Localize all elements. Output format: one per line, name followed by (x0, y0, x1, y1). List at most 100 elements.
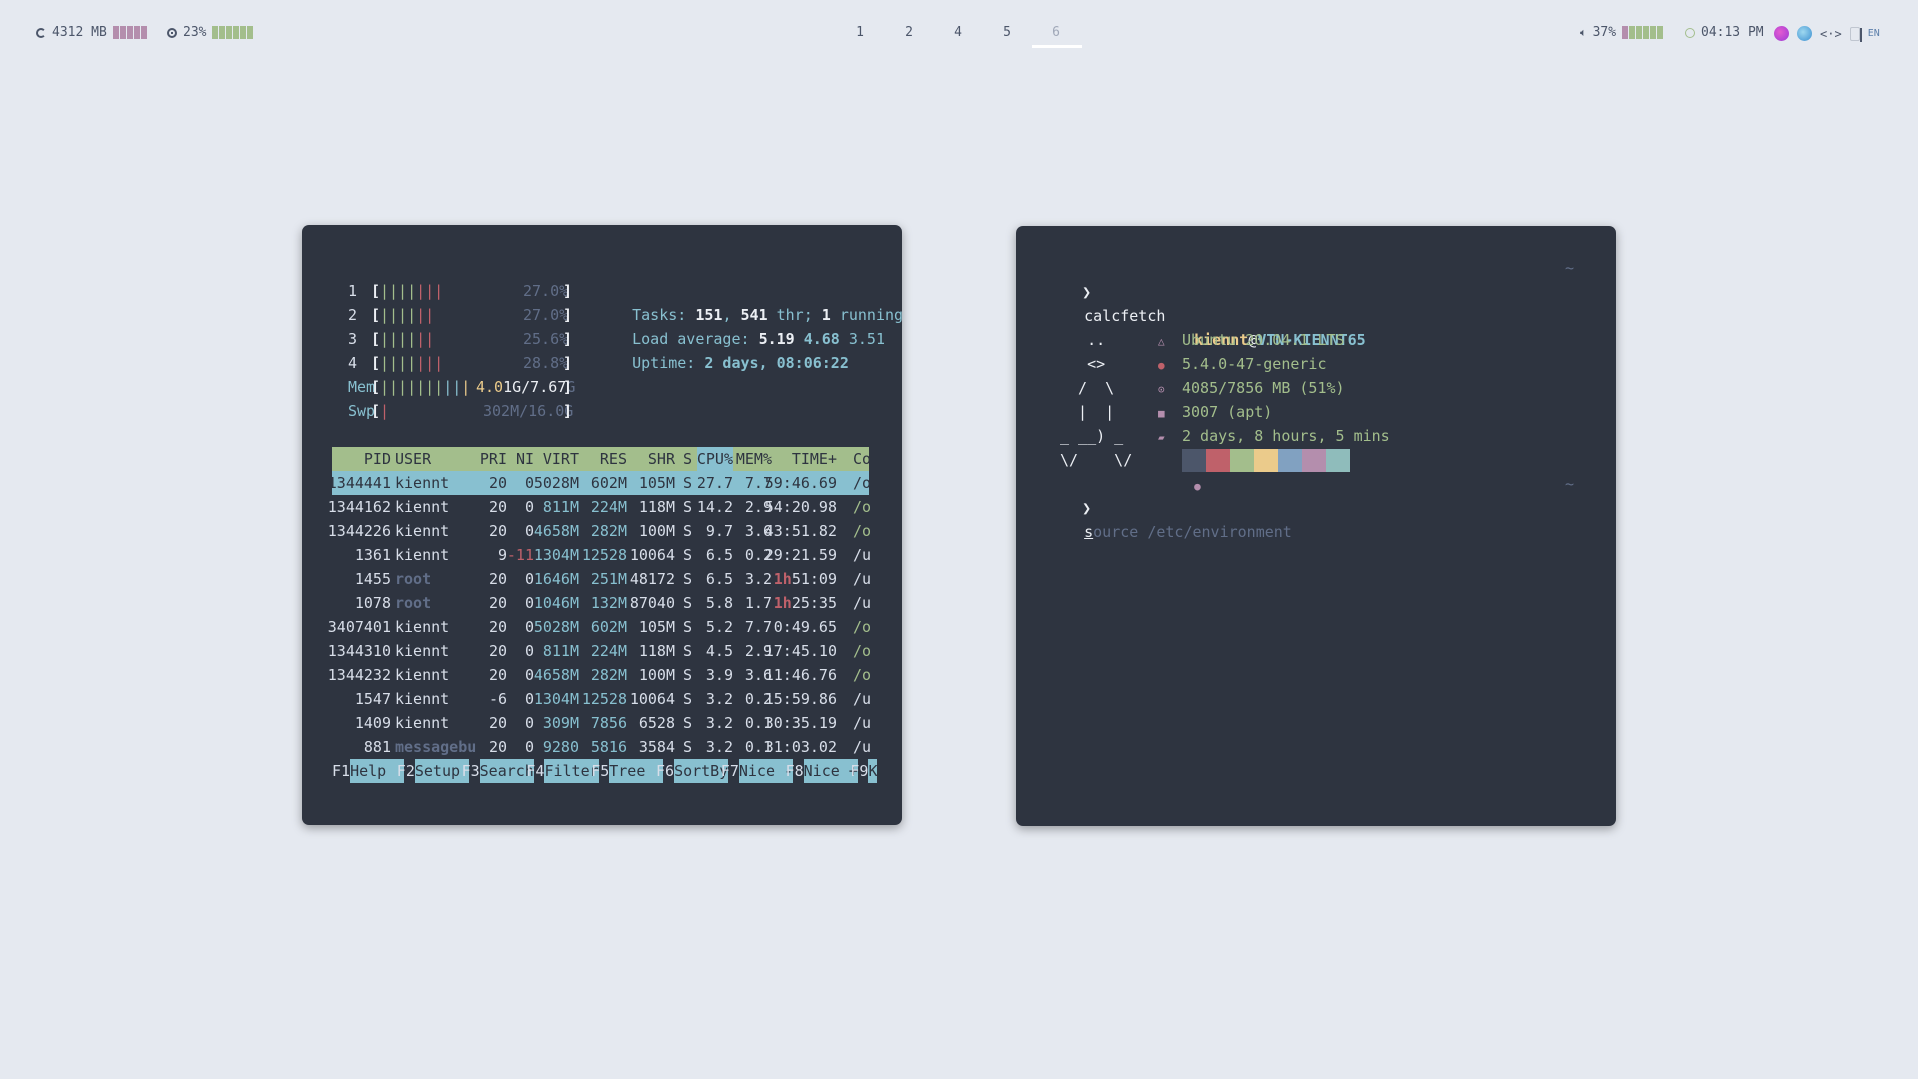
cpu-widget[interactable]: 23% (167, 25, 254, 40)
fkey-f1[interactable]: F1Help (332, 759, 405, 783)
cell-time: 59:46.69 (764, 474, 837, 492)
cell-res: 602M (590, 474, 627, 492)
table-row[interactable]: 1344162 kiennt 20 0 811M 224M 118M S 14.2 2.9 54:2… (328, 495, 871, 519)
globe-icon[interactable] (1797, 26, 1812, 41)
firefox-icon[interactable] (1774, 26, 1789, 41)
fkey-f2[interactable]: F2Setup (397, 759, 470, 783)
table-row[interactable]: 1344310 kiennt 20 0 811M 224M 118M S 4.5 2.9 17:45… (328, 639, 871, 663)
function-key-bar: F1Help F2Setup F3Search F4Filter F5Tree F6… (332, 759, 878, 783)
prompt-symbol: ❯ (1082, 499, 1092, 517)
info-value: 5.4.0-47-generic (1182, 355, 1327, 373)
table-row[interactable]: 1344226 kiennt 20 0 4658M 282M 100M S 9.7 3.6 43:5… (328, 519, 871, 543)
fkey-f7[interactable]: F7Nice - (721, 759, 794, 783)
fkey-f9[interactable]: F9K (850, 759, 878, 783)
column-virt[interactable]: VIRT (543, 447, 579, 471)
cell-cmd: /u (853, 594, 872, 612)
cell-time-rest: 51:09 (791, 570, 837, 588)
tasks-line: Tasks: 151, 541 thr; 1 running (632, 306, 904, 324)
volume-widget[interactable]: 🔈︎ 37% (1580, 25, 1664, 40)
cell-pri: 9 (497, 546, 507, 564)
cell-mem: 7.7 (744, 618, 772, 636)
palette-swatch (1230, 449, 1254, 472)
column-pid[interactable]: PID (364, 447, 391, 471)
cell-user: kiennt (395, 642, 450, 660)
uptime-icon: ▰ (1158, 431, 1165, 444)
fkey-f4[interactable]: F4Filter (526, 759, 599, 783)
memory-label: 4312 MB (52, 25, 107, 40)
column-time[interactable]: TIME+ (792, 447, 837, 471)
column-state[interactable]: S (683, 447, 692, 471)
fkey-f8[interactable]: F8Nice + (786, 759, 858, 783)
cell-shr: 10064 (629, 546, 675, 564)
cell-time: 31:03.02 (764, 738, 837, 756)
cpu-bar (212, 26, 254, 39)
table-row[interactable]: 1455 root 20 0 1646M 251M 48172 S 6.5 3.2 1h51:09 /… (332, 567, 871, 591)
column-user[interactable]: USER (395, 447, 431, 471)
system-tray: <·> EN (1774, 26, 1880, 42)
fkey-f3[interactable]: F3Search (462, 759, 534, 783)
info-value: Ubuntu 20.04.1 LTS (1182, 331, 1345, 349)
workspace-5[interactable]: 5 (997, 25, 1017, 40)
fkey-f6[interactable]: F6SortBy (656, 759, 729, 783)
memory-widget[interactable]: 4312 MB (36, 25, 147, 40)
palette-swatch (1182, 449, 1206, 472)
cell-virt: 1646M (533, 570, 579, 588)
battery-icon[interactable] (1849, 26, 1862, 42)
table-row[interactable]: 1344441 kiennt 20 0 5028M 602M 105M S 27.7 7.7 59:… (328, 471, 871, 495)
cell-s: S (683, 618, 693, 636)
cell-time: 17:45.10 (764, 642, 837, 660)
table-row[interactable]: 1409 kiennt 20 0 309M 7856 6528 S 3.2 0.1 30:35.19… (332, 711, 871, 735)
palette-swatch (1206, 449, 1230, 472)
cell-cpu: 3.2 (705, 714, 733, 732)
cell-virt: 5028M (533, 618, 579, 636)
table-row[interactable]: 1547 kiennt -6 0 1304M 12528 10064 S 3.2 0.2 15:59… (332, 687, 871, 711)
fkey-f5[interactable]: F5Tree (591, 759, 664, 783)
column-res[interactable]: RES (600, 447, 627, 471)
cell-time: 1h51:09 (774, 567, 837, 591)
volume-bar (1622, 26, 1664, 39)
cell-pri: 20 (488, 522, 507, 540)
fkey-key: F5 (591, 762, 610, 780)
cell-time: 11:46.76 (764, 666, 837, 684)
cell-ni: 0 (524, 498, 534, 516)
cell-user: kiennt (395, 618, 450, 636)
workspace-6[interactable]: 6 (1046, 25, 1066, 40)
network-icon[interactable]: <·> (1820, 27, 1842, 41)
cell-user: root (395, 570, 432, 588)
clock-widget[interactable]: 04:13 PM (1685, 25, 1764, 40)
column-cpu[interactable]: CPU% (696, 447, 733, 471)
column-command[interactable]: Co (853, 447, 871, 471)
clock-label: 04:13 PM (1701, 25, 1764, 40)
cell-time: 43:51.82 (764, 522, 837, 540)
cell-pid: 881 (363, 738, 391, 756)
workspace-4[interactable]: 4 (948, 25, 968, 40)
palette-swatch (1254, 449, 1278, 472)
cell-cpu: 3.2 (705, 738, 733, 756)
cell-pri: 20 (488, 570, 507, 588)
prompt-line-2[interactable]: ❯ source /etc/environment (1046, 472, 1292, 541)
cell-s: S (683, 474, 693, 492)
table-row[interactable]: 1078 root 20 0 1046M 132M 87040 S 5.8 1.7 1h25:35 /… (332, 591, 872, 615)
workspace-2[interactable]: 2 (899, 25, 919, 40)
fkey-label: K (868, 759, 878, 783)
table-row[interactable]: 1344232 kiennt 20 0 4658M 282M 100M S 3.9 3.6 11:4… (328, 663, 871, 687)
column-shr[interactable]: SHR (648, 447, 675, 471)
cell-shr: 87040 (629, 594, 675, 612)
cell-cpu: 27.7 (696, 474, 733, 492)
workspace-1[interactable]: 1 (850, 25, 870, 40)
table-row[interactable]: 3407401 kiennt 20 0 5028M 602M 105M S 5.2 7.7 0:49… (328, 615, 871, 639)
cell-shr: 6528 (638, 714, 675, 732)
keyboard-layout[interactable]: EN (1868, 28, 1880, 39)
cell-ni: 0 (524, 594, 534, 612)
fkey-key: F8 (785, 762, 804, 780)
column-ni[interactable]: NI (516, 447, 534, 471)
palette-swatch (1278, 449, 1302, 472)
info-row: △ Ubuntu 20.04.1 LTS (1158, 328, 1345, 352)
cpu-percent: 28.8% (523, 354, 569, 372)
column-pri[interactable]: PRI (480, 447, 507, 471)
column-mem[interactable]: MEM% (736, 447, 772, 471)
table-row[interactable]: 1361 kiennt 9 -11 1304M 12528 10064 S 6.5 0.2 29:2… (332, 543, 871, 567)
cell-shr: 118M (638, 642, 675, 660)
table-row[interactable]: 881 messagebu 20 0 9280 5816 3584 S 3.2 0.1 31:03.… (332, 735, 871, 759)
cell-ni: 0 (524, 618, 534, 636)
